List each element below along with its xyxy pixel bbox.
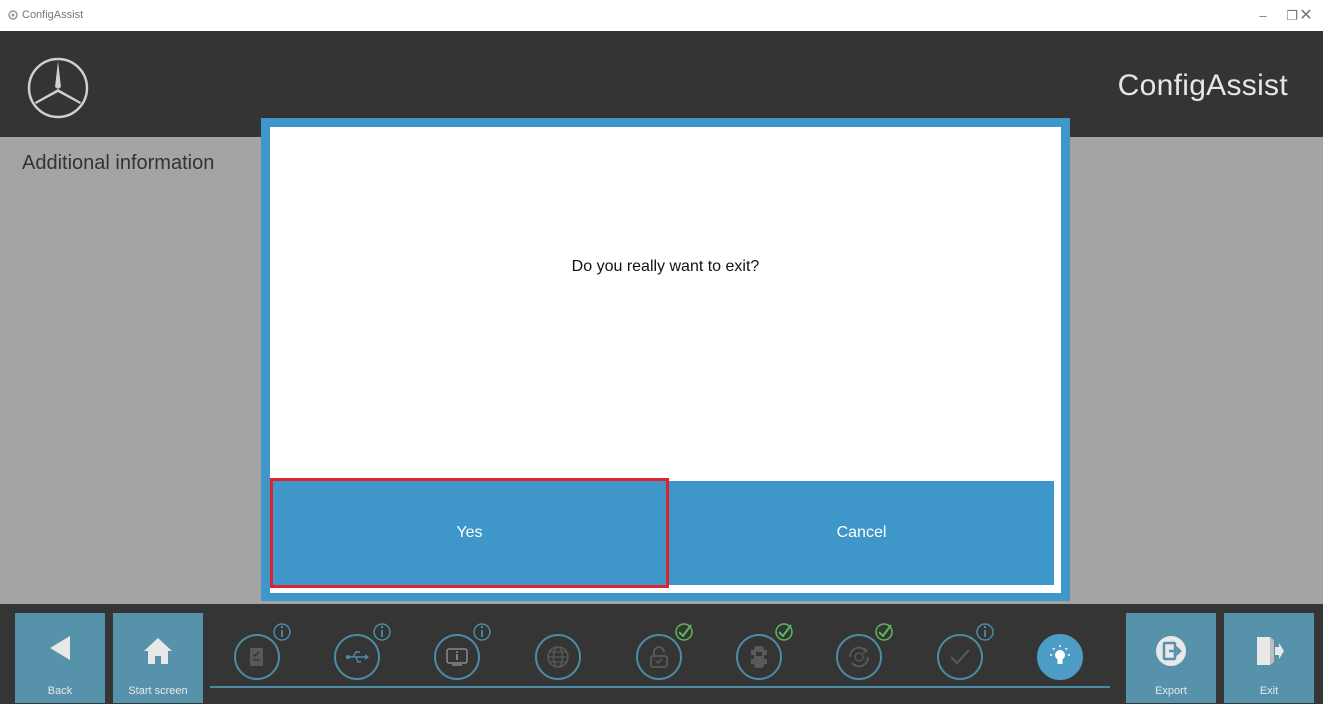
step-usb[interactable] (334, 623, 391, 680)
step-update-cycle[interactable] (836, 623, 893, 680)
checkmark-icon (950, 649, 970, 665)
export-button[interactable]: Export (1126, 613, 1216, 703)
gear-icon (8, 10, 18, 20)
usb-icon (346, 651, 369, 663)
start-screen-label: Start screen (128, 685, 188, 697)
close-button[interactable]: ✕ (1291, 6, 1321, 26)
device-info-icon (446, 648, 468, 666)
info-badge-icon (473, 623, 491, 641)
start-screen-button[interactable]: Start screen (113, 613, 203, 703)
dialog-body: Do you really want to exit? Yes Cancel (270, 127, 1061, 593)
section-title: Additional information (22, 152, 215, 174)
unlock-icon (650, 646, 668, 668)
app-brand-title: ConfigAssist (1117, 69, 1288, 102)
step-unlock[interactable] (636, 623, 693, 680)
home-icon (144, 638, 172, 664)
check-badge-icon (775, 623, 793, 641)
step-checkmark[interactable] (937, 623, 994, 680)
check-badge-icon (675, 623, 693, 641)
cancel-button[interactable]: Cancel (669, 481, 1054, 585)
step-globe[interactable] (535, 634, 581, 680)
step-document-checklist[interactable] (234, 623, 291, 680)
mercedes-star-logo (27, 57, 89, 119)
exit-door-icon (1257, 637, 1284, 665)
back-label: Back (47, 685, 73, 697)
progress-line (210, 686, 1110, 688)
back-button[interactable]: Back (15, 613, 105, 703)
vehicle-icon (751, 646, 767, 668)
step-device-info[interactable] (434, 623, 491, 680)
update-cycle-icon (849, 646, 869, 668)
export-icon (1156, 636, 1186, 666)
info-badge-icon (373, 623, 391, 641)
arrow-left-icon (50, 636, 70, 660)
info-badge-icon (976, 623, 994, 641)
dialog-question: Do you really want to exit? (571, 258, 760, 275)
step-vehicle[interactable] (736, 623, 793, 680)
check-badge-icon (875, 623, 893, 641)
export-label: Export (1155, 685, 1187, 697)
window-title: ConfigAssist (22, 9, 84, 21)
lightbulb-icon (1050, 645, 1070, 664)
minimize-button[interactable]: – (1253, 6, 1273, 26)
document-checklist-icon (250, 648, 263, 666)
exit-label: Exit (1259, 685, 1279, 697)
yes-button[interactable]: Yes (270, 478, 669, 588)
exit-button[interactable]: Exit (1224, 613, 1314, 703)
info-badge-icon (273, 623, 291, 641)
globe-icon (547, 646, 569, 668)
step-lightbulb-current[interactable] (1037, 634, 1083, 680)
footer-navigation: Back Start screen Export Exit (0, 604, 1323, 704)
window-titlebar: ConfigAssist – ❐ ✕ (0, 0, 1323, 31)
exit-confirm-dialog: Do you really want to exit? Yes Cancel (261, 118, 1070, 601)
